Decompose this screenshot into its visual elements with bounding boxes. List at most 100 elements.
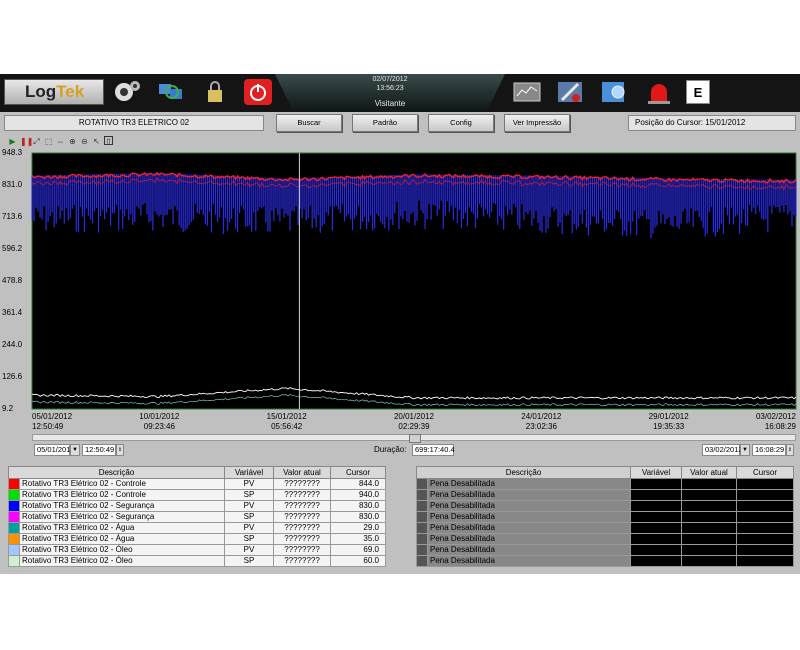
pen-variable: PV <box>224 500 274 512</box>
pen-cursor-value: 35.0 <box>330 533 386 545</box>
pen-variable <box>630 478 682 490</box>
table-row[interactable]: Rotativo TR3 Elétrico 02 - Controle SP???… <box>8 489 386 501</box>
start-time-field[interactable]: 12:50:49 <box>82 444 116 456</box>
table-row[interactable]: Pena Desabilitada <box>416 555 794 567</box>
monitor-icon[interactable] <box>512 78 542 106</box>
duration-field: 699:17:40.4 <box>412 444 455 456</box>
table-row[interactable]: Pena Desabilitada <box>416 478 794 490</box>
padrao-button[interactable]: Padrão <box>352 114 418 132</box>
logtek-logo: LogTek <box>4 79 104 105</box>
zoom-fit-icon[interactable]: ⤢ <box>32 137 41 146</box>
pen-color-swatch <box>416 544 428 556</box>
play-icon[interactable]: ▶ <box>8 137 17 146</box>
y-tick-label: 596.2 <box>2 244 23 253</box>
duration-label: Duração: <box>374 445 407 454</box>
pen-color-swatch <box>8 478 20 490</box>
pen-current-value: ???????? <box>273 511 331 523</box>
pen-color-swatch <box>416 522 428 534</box>
export-e-icon[interactable]: E <box>686 80 710 104</box>
buscar-button[interactable]: Buscar <box>276 114 342 132</box>
y-tick-label: 831.0 <box>2 180 23 189</box>
table-row[interactable]: Pena Desabilitada <box>416 511 794 523</box>
pen-color-swatch <box>416 478 428 490</box>
power-off-icon[interactable] <box>243 78 273 106</box>
zoom-out-icon[interactable]: ⊖ <box>80 137 89 146</box>
pen-description: Rotativo TR3 Elétrico 02 - Óleo <box>19 544 225 556</box>
network-icon[interactable] <box>156 78 186 106</box>
col-cursor: Cursor <box>736 466 794 479</box>
scrollbar-thumb[interactable] <box>409 434 421 443</box>
end-time-field[interactable]: 16:08:29 <box>752 444 786 456</box>
pen-cursor-value <box>736 555 794 567</box>
cursor-icon[interactable]: ↖ <box>92 137 101 146</box>
pen-variable <box>630 500 682 512</box>
y-tick-label: 126.6 <box>2 372 23 381</box>
start-date-field[interactable]: 05/01/2012 <box>34 444 75 456</box>
zoom-x-icon[interactable]: ⇔ <box>56 137 65 146</box>
time-scrollbar[interactable] <box>32 434 796 443</box>
alarm-icon[interactable] <box>644 78 674 106</box>
pen-variable <box>630 522 682 534</box>
pen-description: Rotativo TR3 Elétrico 02 - Água <box>19 533 225 545</box>
table-row[interactable]: Pena Desabilitada <box>416 489 794 501</box>
zoom-chart-icon[interactable] <box>600 78 630 106</box>
table-row[interactable]: Rotativo TR3 Elétrico 02 - Segurança PV??… <box>8 500 386 512</box>
pen-current-value: ???????? <box>273 522 331 534</box>
clock-panel: 02/07/2012 13:56:23 Visitante <box>275 74 505 112</box>
logtek-window: LogTek 02/07/2012 13:56:23 Visitante E R… <box>0 74 800 574</box>
pen-variable <box>630 533 682 545</box>
tools-icon[interactable] <box>556 78 586 106</box>
pen-variable <box>630 555 682 567</box>
chevron-down-icon[interactable]: ▼ <box>740 444 750 456</box>
table-row[interactable]: Pena Desabilitada <box>416 533 794 545</box>
trend-chart[interactable]: 948.3 831.0 713.6 596.2 478.8 361.4 244.0 126.6… <box>0 148 800 440</box>
chart-title: ROTATIVO TR3 ELETRICO 02 <box>4 115 264 131</box>
pen-color-swatch <box>416 555 428 567</box>
pen-description: Rotativo TR3 Elétrico 02 - Segurança <box>19 500 225 512</box>
pen-cursor-value <box>736 544 794 556</box>
pen-cursor-value: 844.0 <box>330 478 386 490</box>
pen-description: Pena Desabilitada <box>427 489 631 501</box>
zoom-in-icon[interactable]: ⊕ <box>68 137 77 146</box>
pen-description: Pena Desabilitada <box>427 478 631 490</box>
end-date-field[interactable]: 03/02/2012 <box>702 444 743 456</box>
chevron-down-icon[interactable]: ▼ <box>70 444 80 456</box>
current-date: 02/07/2012 <box>372 76 408 83</box>
panel-icon[interactable]: ▯ <box>104 136 113 146</box>
ver-impressao-button[interactable]: Ver Impressão <box>504 114 570 132</box>
trend-chart-svg[interactable] <box>0 150 800 440</box>
pen-variable: SP <box>224 511 274 523</box>
config-button[interactable]: Config <box>428 114 494 132</box>
y-tick-label: 9.2 <box>2 404 14 413</box>
chart-toolbar: ▶ ❚❚⤢ ⬚ ⇔ ⊕ ⊖ ↖ ▯ <box>8 136 116 148</box>
zoom-region-icon[interactable]: ⬚ <box>44 137 53 146</box>
pen-table-right: Descrição Variável Valor atual Cursor Pe… <box>416 466 794 567</box>
col-descricao: Descrição <box>8 466 225 479</box>
lock-icon[interactable] <box>200 78 230 106</box>
table-row[interactable]: Rotativo TR3 Elétrico 02 - Água SP???????… <box>8 533 386 545</box>
pen-current-value <box>681 522 737 534</box>
table-row[interactable]: Rotativo TR3 Elétrico 02 - Óleo PV???????… <box>8 544 386 556</box>
pen-color-swatch <box>8 511 20 523</box>
table-row[interactable]: Rotativo TR3 Elétrico 02 - Controle PV???… <box>8 478 386 490</box>
table-row[interactable]: Pena Desabilitada <box>416 500 794 512</box>
pause-icon[interactable]: ❚❚ <box>20 137 33 146</box>
end-time-spinner[interactable]: ⇕ <box>786 444 794 456</box>
table-row[interactable]: Pena Desabilitada <box>416 544 794 556</box>
pen-current-value: ???????? <box>273 533 331 545</box>
pen-current-value <box>681 489 737 501</box>
pen-description: Rotativo TR3 Elétrico 02 - Controle <box>19 478 225 490</box>
table-row[interactable]: Rotativo TR3 Elétrico 02 - Óleo SP???????… <box>8 555 386 567</box>
table-row[interactable]: Rotativo TR3 Elétrico 02 - Água PV???????… <box>8 522 386 534</box>
start-time-spinner[interactable]: ⇕ <box>116 444 124 456</box>
gear-icon[interactable] <box>112 78 142 106</box>
pen-description: Pena Desabilitada <box>427 500 631 512</box>
table-row[interactable]: Rotativo TR3 Elétrico 02 - Segurança SP??… <box>8 511 386 523</box>
x-tick-label: 05/01/2012 12:50:49 <box>32 412 73 431</box>
x-tick-label: 24/01/2012 23:02:36 <box>521 412 562 431</box>
current-time: 13:56:23 <box>376 85 404 92</box>
pen-cursor-value: 830.0 <box>330 511 386 523</box>
table-row[interactable]: Pena Desabilitada <box>416 522 794 534</box>
pen-color-swatch <box>416 511 428 523</box>
pen-cursor-value: 940.0 <box>330 489 386 501</box>
